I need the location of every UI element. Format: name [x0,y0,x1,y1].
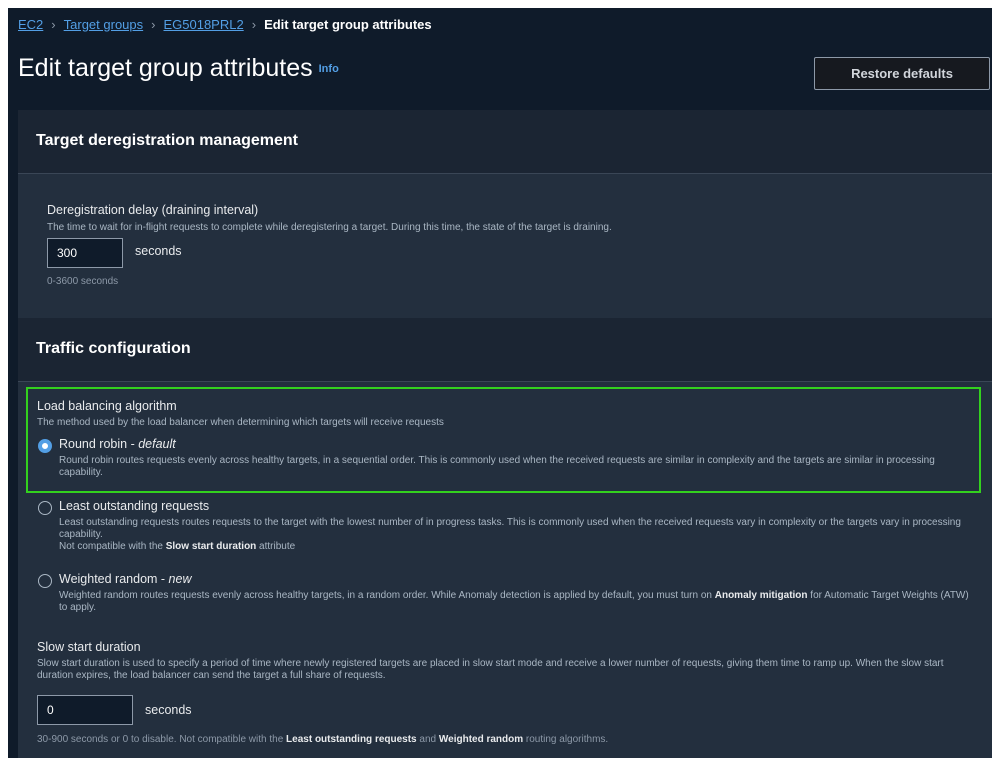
chevron-right-icon: › [51,16,56,32]
option-round-robin-description: Round robin routes requests evenly acros… [59,455,935,478]
option-least-outstanding-label[interactable]: Least outstanding requests [59,499,209,513]
option-name: Weighted random [59,572,158,586]
option-weighted-random-description: Weighted random routes requests evenly a… [59,590,969,614]
option-badge: new [168,572,192,586]
radio-least-outstanding[interactable] [38,501,52,515]
chevron-right-icon: › [251,16,257,32]
option-badge: default [138,437,176,451]
option-least-outstanding-note: Not compatible with the Slow start durat… [59,541,969,553]
breadcrumb-current: Edit target group attributes [264,16,432,32]
info-link[interactable]: Info [319,63,339,75]
page-title: Edit target group attributes Info [18,54,339,83]
deregistration-delay-hint: 0-3600 seconds [47,276,119,287]
section-header-deregistration: Target deregistration management [18,110,992,174]
note-bold: Slow start duration [165,541,257,552]
hint-bold: Least outstanding requests [286,734,417,745]
slow-start-unit: seconds [145,703,192,717]
hint-text: and [416,734,439,745]
attributes-panel: Target deregistration management Deregis… [18,110,992,758]
hint-text: 30-900 seconds or 0 to disable. Not comp… [37,734,287,745]
app-window: EC2 › Target groups › EG5018PRL2 › Edit … [8,8,992,758]
desc-text: Weighted random routes requests evenly a… [59,590,715,601]
deregistration-delay-label: Deregistration delay (draining interval) [47,203,259,217]
slow-start-label: Slow start duration [37,640,141,654]
option-weighted-random-label[interactable]: Weighted random - new [59,572,191,586]
restore-defaults-button[interactable]: Restore defaults [814,57,990,90]
section-title: Traffic configuration [36,340,191,357]
chevron-right-icon: › [151,16,156,32]
note-text: Not compatible with the [59,541,166,552]
breadcrumb-link-target-groups[interactable]: Target groups [64,17,144,32]
section-header-traffic: Traffic configuration [18,318,992,382]
deregistration-delay-description: The time to wait for in-flight requests … [47,222,612,233]
slow-start-hint: 30-900 seconds or 0 to disable. Not comp… [37,734,608,745]
slow-start-input[interactable] [37,695,133,725]
breadcrumb-link-target-group[interactable]: EG5018PRL2 [163,17,243,32]
note-text: attribute [256,541,296,552]
deregistration-delay-input[interactable] [47,238,123,268]
section-title: Target deregistration management [36,132,298,149]
option-least-outstanding-description: Least outstanding requests routes reques… [59,517,961,540]
radio-weighted-random[interactable] [38,574,52,588]
hint-text: routing algorithms. [523,734,609,745]
algorithm-label: Load balancing algorithm [37,399,177,413]
breadcrumb: EC2 › Target groups › EG5018PRL2 › Edit … [18,14,432,34]
option-round-robin-label[interactable]: Round robin - default [59,437,176,451]
option-name: Round robin [59,437,128,451]
algorithm-description: The method used by the load balancer whe… [37,417,444,428]
desc-bold: Anomaly mitigation [714,590,808,601]
hint-bold: Weighted random [438,734,524,745]
breadcrumb-link-ec2[interactable]: EC2 [18,17,43,32]
slow-start-description: Slow start duration is used to specify a… [37,658,944,681]
deregistration-delay-unit: seconds [135,244,182,258]
page-title-text: Edit target group attributes [18,54,313,82]
radio-round-robin[interactable] [38,439,52,453]
